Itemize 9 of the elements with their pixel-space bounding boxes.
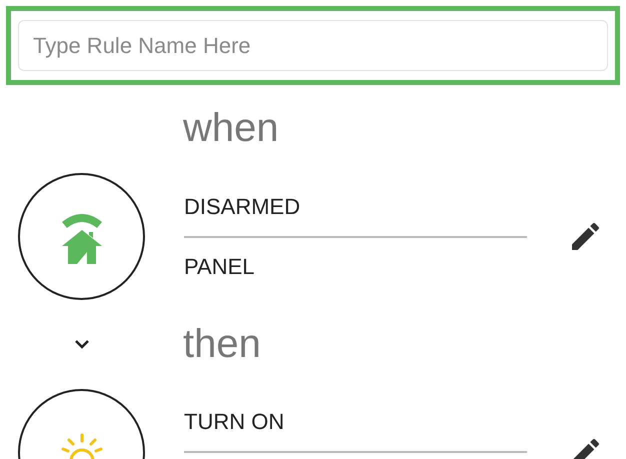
rule-value: TURN ON: [184, 408, 286, 434]
rule-value: DISARMED: [184, 194, 302, 220]
edit-icon[interactable]: [572, 223, 599, 250]
rule-name-field[interactable]: Type Rule Name Here: [18, 20, 608, 71]
edit-icon[interactable]: [572, 439, 599, 459]
section-heading: when: [183, 108, 279, 148]
rule-value: PANEL: [184, 254, 256, 280]
chevron-down-icon[interactable]: [74, 339, 90, 349]
section-heading: then: [183, 324, 261, 364]
